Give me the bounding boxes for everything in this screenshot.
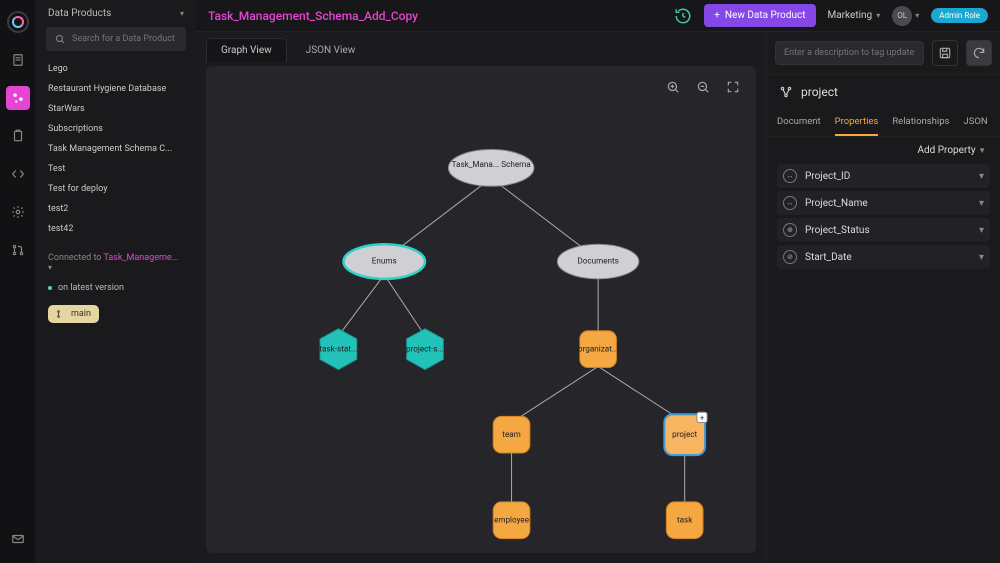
history-icon[interactable] <box>674 7 692 25</box>
update-description-input[interactable] <box>775 41 924 65</box>
description-band <box>767 32 1000 75</box>
chevron-down-icon: ▾ <box>979 198 984 209</box>
property-row[interactable]: ↔ Project_Name ▾ <box>777 191 990 215</box>
plus-icon: + <box>714 10 720 21</box>
tab-graph-view[interactable]: Graph View <box>206 38 287 62</box>
sidebar-title: Data Products <box>48 8 111 19</box>
view-tabs: Graph View JSON View <box>196 32 766 62</box>
add-handle-icon[interactable]: + <box>700 412 705 422</box>
node-project[interactable]: project <box>672 429 697 439</box>
caret-down-icon: ▼ <box>978 146 986 155</box>
app-root: Data Products ▾ Lego Restaurant Hygiene … <box>0 0 1000 563</box>
branch-chip[interactable]: main <box>48 305 99 323</box>
chevron-down-icon: ▾ <box>915 11 919 20</box>
property-type-icon: ↔ <box>783 196 797 210</box>
sidebar-search[interactable] <box>46 27 186 51</box>
properties-panel: project Document Properties Relationship… <box>766 32 1000 563</box>
add-property-button[interactable]: Add Property ▼ <box>767 137 1000 164</box>
data-product-item[interactable]: StarWars <box>36 99 196 119</box>
panel-title: project <box>767 75 1000 109</box>
node-documents[interactable]: Documents <box>577 256 618 266</box>
search-input[interactable] <box>72 34 178 44</box>
data-products-sidebar: Data Products ▾ Lego Restaurant Hygiene … <box>36 0 196 563</box>
rail-schema-icon[interactable] <box>6 86 30 110</box>
data-product-item[interactable]: test2 <box>36 199 196 219</box>
page-title: Task_Management_Schema_Add_Copy <box>208 9 662 23</box>
selected-entity-name: project <box>801 85 838 99</box>
graph-svg: Task_Mana... Schema Enums Documents task… <box>206 66 756 563</box>
connected-to: Connected to Task_Manageme... ▾ <box>36 239 196 279</box>
data-product-item[interactable]: Lego <box>36 59 196 79</box>
node-team[interactable]: team <box>502 429 521 439</box>
data-product-item[interactable]: Restaurant Hygiene Database <box>36 79 196 99</box>
avatar: OL <box>892 6 912 26</box>
chevron-down-icon: ▾ <box>979 225 984 236</box>
data-product-item[interactable]: Subscriptions <box>36 119 196 139</box>
workspace-selector[interactable]: Marketing▾ <box>828 10 881 21</box>
logo[interactable] <box>6 10 30 34</box>
property-list: ↔ Project_ID ▾ ↔ Project_Name ▾ ⊕ Projec… <box>767 164 1000 272</box>
schema-icon <box>779 85 793 99</box>
sidebar-header[interactable]: Data Products ▾ <box>36 0 196 27</box>
refresh-icon[interactable] <box>966 40 992 66</box>
branch-name: main <box>71 309 91 319</box>
data-product-list: Lego Restaurant Hygiene Database StarWar… <box>36 59 196 239</box>
connected-name[interactable]: Task_Manageme... <box>104 253 179 263</box>
panel-tab-document[interactable]: Document <box>777 109 821 136</box>
new-button-label: New Data Product <box>725 10 806 21</box>
nav-rail <box>0 0 36 563</box>
data-product-item[interactable]: test42 <box>36 219 196 239</box>
property-name: Project_ID <box>805 171 850 182</box>
chevron-down-icon: ▾ <box>180 9 184 18</box>
property-row[interactable]: ↔ Project_ID ▾ <box>777 164 990 188</box>
node-root[interactable]: Task_Mana... Schema <box>452 159 531 169</box>
panel-tab-relationships[interactable]: Relationships <box>892 109 949 136</box>
graph-canvas[interactable]: Task_Mana... Schema Enums Documents task… <box>206 66 756 553</box>
node-organization[interactable]: organizat... <box>578 343 618 353</box>
tab-json-view[interactable]: JSON View <box>291 38 371 62</box>
property-type-icon: ⊘ <box>783 250 797 264</box>
search-icon <box>54 32 66 46</box>
node-task-status[interactable]: task-stat... <box>319 343 357 353</box>
property-row[interactable]: ⊘ Start_Date ▾ <box>777 245 990 269</box>
chevron-down-icon: ▾ <box>979 171 984 182</box>
chevron-down-icon: ▾ <box>979 252 984 263</box>
branch-icon <box>56 309 66 319</box>
property-row[interactable]: ⊕ Project_Status ▾ <box>777 218 990 242</box>
latest-version: on latest version <box>36 279 196 297</box>
rail-clipboard-icon[interactable] <box>6 124 30 148</box>
data-product-item[interactable]: Test <box>36 159 196 179</box>
new-data-product-button[interactable]: + New Data Product <box>704 4 815 27</box>
rail-gear-icon[interactable] <box>6 200 30 224</box>
rail-pull-request-icon[interactable] <box>6 238 30 262</box>
property-name: Project_Status <box>805 225 870 236</box>
data-product-item[interactable]: Test for deploy <box>36 179 196 199</box>
rail-document-icon[interactable] <box>6 48 30 72</box>
node-employee[interactable]: employee <box>494 514 530 524</box>
role-badge[interactable]: Admin Role <box>931 8 988 23</box>
property-type-icon: ⊕ <box>783 223 797 237</box>
node-project-status-enum[interactable]: project-s... <box>406 343 444 353</box>
main-area: Task_Management_Schema_Add_Copy + New Da… <box>196 0 1000 563</box>
property-type-icon: ↔ <box>783 169 797 183</box>
panel-tab-properties[interactable]: Properties <box>835 109 879 136</box>
node-task[interactable]: task <box>677 514 693 524</box>
topbar: Task_Management_Schema_Add_Copy + New Da… <box>196 0 1000 32</box>
panel-tabs: Document Properties Relationships JSON <box>767 109 1000 137</box>
panel-tab-json[interactable]: JSON <box>963 109 987 136</box>
property-name: Project_Name <box>805 198 868 209</box>
user-menu[interactable]: OL ▾ <box>892 6 919 26</box>
rail-code-icon[interactable] <box>6 162 30 186</box>
data-product-item[interactable]: Task Management Schema C... <box>36 139 196 159</box>
rail-mail-icon[interactable] <box>6 527 30 551</box>
property-name: Start_Date <box>805 252 852 263</box>
node-enums[interactable]: Enums <box>372 256 397 266</box>
canvas-area: Graph View JSON View <box>196 32 766 563</box>
save-icon[interactable] <box>932 40 958 66</box>
status-dot-icon <box>48 286 52 290</box>
